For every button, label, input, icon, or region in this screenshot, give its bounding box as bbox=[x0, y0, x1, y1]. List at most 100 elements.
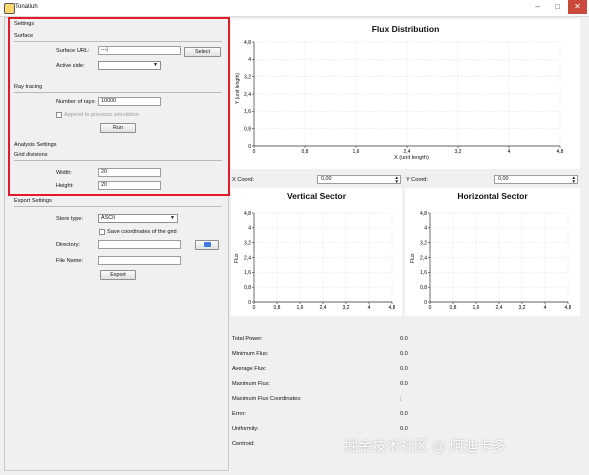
active-side-select[interactable]: ▼ bbox=[98, 61, 161, 70]
close-button[interactable]: ✕ bbox=[568, 0, 587, 14]
height-input[interactable]: 20 bbox=[98, 181, 161, 190]
dropdown-arrow-icon: ▼ bbox=[153, 62, 158, 68]
vertical-y-tick: 2,4 bbox=[244, 255, 251, 261]
flux-x-tick: 4,8 bbox=[557, 149, 564, 155]
flux-y-tick: 4 bbox=[248, 57, 251, 63]
store-type-label: Store type: bbox=[56, 216, 84, 222]
stat-label: Maximum Flux: bbox=[232, 381, 270, 387]
folder-icon bbox=[203, 242, 211, 247]
stat-value: 0.0 bbox=[400, 336, 408, 342]
vertical-sector-y-label: Flux bbox=[234, 253, 240, 263]
height-label: Height: bbox=[56, 183, 74, 189]
vertical-y-tick: 4,8 bbox=[244, 211, 251, 217]
width-label: Width: bbox=[56, 170, 72, 176]
horizontal-y-tick: 0 bbox=[424, 300, 427, 306]
file-name-input[interactable] bbox=[98, 256, 181, 265]
stat-label: Maximum Flux Coordinates: bbox=[232, 396, 302, 402]
stat-value: 0.0 bbox=[400, 411, 408, 417]
vertical-y-tick: 0 bbox=[248, 300, 251, 306]
surface-separator bbox=[14, 41, 222, 42]
export-settings-title: Export Settings bbox=[14, 198, 52, 204]
dropdown-arrow-icon: ▼ bbox=[170, 215, 175, 221]
x-coord-label: X Coord: bbox=[232, 177, 255, 183]
flux-plot-y-label: Y (unit length) bbox=[235, 72, 241, 104]
flux-plot-chart: 000,80,81,61,62,42,43,23,2444,84,8 bbox=[244, 40, 564, 155]
stat-label: Uniformity: bbox=[232, 426, 259, 432]
export-separator bbox=[14, 206, 222, 207]
file-name-label: File Name: bbox=[56, 258, 84, 264]
spin-arrows-icon: ▲ ▼ bbox=[394, 175, 399, 184]
vertical-sector-chart: 00 0,8 0,8 1,6 1,6 2,4 2,4 3,2 3,2 4 4 4,8 4,8 bbox=[244, 211, 396, 311]
horizontal-y-tick: 4 bbox=[424, 226, 427, 232]
flux-x-tick: 3,2 bbox=[455, 149, 462, 155]
append-checkbox[interactable] bbox=[56, 112, 62, 118]
flux-y-tick: 0,8 bbox=[244, 126, 251, 132]
vertical-y-tick: 0,8 bbox=[244, 285, 251, 291]
minimize-button[interactable]: – bbox=[528, 0, 547, 14]
store-type-select[interactable]: ASCII ▼ bbox=[98, 214, 178, 223]
stat-value: 0.0 bbox=[400, 426, 408, 432]
y-coord-value: 0,00 bbox=[498, 176, 509, 182]
flux-x-tick: 1,6 bbox=[353, 149, 360, 155]
flux-y-tick: 0 bbox=[248, 144, 251, 150]
flux-x-tick: 4 bbox=[508, 149, 511, 155]
vertical-y-tick: 3,2 bbox=[244, 240, 251, 246]
number-of-rays-label: Number of rays: bbox=[56, 99, 96, 105]
vertical-x-tick: 4 bbox=[368, 305, 371, 311]
watermark: 掘金技术社区 @ 阿迪卡多 bbox=[344, 438, 506, 454]
flux-plot-x-label: X (unit length) bbox=[394, 155, 429, 161]
app-icon bbox=[4, 3, 15, 14]
x-coord-spinbox[interactable]: 0,00 ▲ ▼ bbox=[317, 175, 401, 184]
number-of-rays-input[interactable]: 10000 bbox=[98, 97, 161, 106]
export-button[interactable]: Export bbox=[100, 270, 136, 280]
analysis-settings-title: Analysis Settings bbox=[14, 142, 57, 148]
horizontal-y-tick: 1,6 bbox=[420, 270, 427, 276]
horizontal-x-tick: 4,8 bbox=[565, 305, 572, 311]
vertical-x-tick: 0 bbox=[253, 305, 256, 311]
horizontal-y-tick: 4,8 bbox=[420, 211, 427, 217]
flux-x-tick: 0,8 bbox=[302, 149, 309, 155]
title-bar bbox=[0, 0, 589, 17]
vertical-y-tick: 4 bbox=[248, 226, 251, 232]
save-coordinates-checkbox[interactable] bbox=[99, 229, 105, 235]
spin-arrows-icon: ▲ ▼ bbox=[571, 175, 576, 184]
surface-url-input[interactable]: ---| bbox=[98, 46, 181, 55]
maximize-button[interactable]: □ bbox=[548, 0, 567, 14]
directory-input[interactable] bbox=[98, 240, 181, 249]
flux-y-tick: 1,6 bbox=[244, 109, 251, 115]
ray-tracing-title: Ray tracing bbox=[14, 84, 43, 90]
y-coord-label: Y Coord: bbox=[406, 177, 428, 183]
horizontal-x-tick: 3,2 bbox=[519, 305, 526, 311]
grid-divisions-title: Grid divisions bbox=[14, 152, 48, 158]
stat-value: ; bbox=[400, 396, 402, 402]
horizontal-y-tick: 3,2 bbox=[420, 240, 427, 246]
flux-y-tick: 4,8 bbox=[244, 40, 251, 46]
vertical-x-tick: 4,8 bbox=[389, 305, 396, 311]
run-button[interactable]: Run bbox=[100, 123, 136, 133]
browse-button[interactable] bbox=[195, 240, 219, 250]
select-button[interactable]: Select bbox=[184, 47, 221, 57]
vertical-x-tick: 2,4 bbox=[320, 305, 327, 311]
stat-value: 0.0 bbox=[400, 351, 408, 357]
stat-value: 0.0 bbox=[400, 366, 408, 372]
vertical-y-tick: 1,6 bbox=[244, 270, 251, 276]
stat-label: Error: bbox=[232, 411, 246, 417]
stat-label: Average Flux: bbox=[232, 366, 267, 372]
horizontal-x-tick: 0,8 bbox=[450, 305, 457, 311]
horizontal-sector-chart: 00 0,8 0,8 1,6 1,6 2,4 2,4 3,2 3,2 4 4 4,8 4,8 bbox=[420, 211, 572, 311]
x-coord-value: 0,00 bbox=[321, 176, 332, 182]
horizontal-x-tick: 0 bbox=[429, 305, 432, 311]
width-input[interactable]: 20 bbox=[98, 168, 161, 177]
stat-label: Centroid: bbox=[232, 441, 255, 447]
horizontal-y-tick: 0,8 bbox=[420, 285, 427, 291]
flux-x-tick: 0 bbox=[253, 149, 256, 155]
horizontal-y-tick: 2,4 bbox=[420, 255, 427, 261]
surface-url-label: Surface URL: bbox=[56, 48, 90, 54]
active-side-label: Active side: bbox=[56, 63, 85, 69]
append-label: Append to previous simulation bbox=[64, 112, 139, 118]
vertical-x-tick: 0,8 bbox=[274, 305, 281, 311]
stat-label: Minimum Flux: bbox=[232, 351, 269, 357]
y-coord-spinbox[interactable]: 0,00 ▲ ▼ bbox=[494, 175, 578, 184]
stat-label: Total Power: bbox=[232, 336, 263, 342]
window-title: Tonatiuh bbox=[15, 4, 38, 10]
